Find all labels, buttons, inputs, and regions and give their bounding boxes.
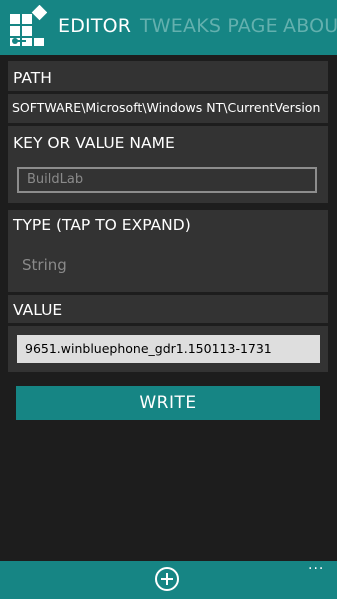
path-value[interactable]: SOFTWARE\Microsoft\Windows NT\CurrentVer… — [12, 100, 320, 115]
path-divider — [8, 91, 328, 94]
type-section[interactable]: TYPE (TAP TO EXPAND) String — [8, 210, 328, 292]
path-title: PATH — [13, 69, 52, 87]
type-selector[interactable]: String — [22, 256, 67, 274]
tab-about[interactable]: ABOU — [283, 15, 337, 37]
path-section: PATH SOFTWARE\Microsoft\Windows NT\Curre… — [8, 61, 328, 123]
key-name-input[interactable]: BuildLab — [17, 167, 317, 193]
more-options-icon[interactable]: ... — [308, 557, 324, 573]
editor-panel: PATH SOFTWARE\Microsoft\Windows NT\Curre… — [0, 55, 337, 561]
registry-tool-logo-icon — [10, 5, 47, 46]
tab-tweaks-page[interactable]: TWEAKS PAGE — [140, 15, 278, 37]
add-circle-icon[interactable] — [154, 566, 180, 592]
key-title: KEY OR VALUE NAME — [13, 134, 175, 152]
app-bar: ... — [0, 557, 337, 599]
write-button[interactable]: WRITE — [16, 386, 320, 420]
tab-editor[interactable]: EDITOR — [58, 15, 131, 37]
value-section: VALUE 9651.winbluephone_gdr1.150113-1731 — [8, 295, 328, 372]
type-title: TYPE (TAP TO EXPAND) — [13, 216, 191, 234]
value-input[interactable]: 9651.winbluephone_gdr1.150113-1731 — [17, 335, 320, 363]
key-section: KEY OR VALUE NAME BuildLab — [8, 126, 328, 203]
value-divider — [8, 323, 328, 326]
header-bar: EDITOR TWEAKS PAGE ABOU — [0, 0, 337, 55]
value-title: VALUE — [13, 301, 63, 319]
